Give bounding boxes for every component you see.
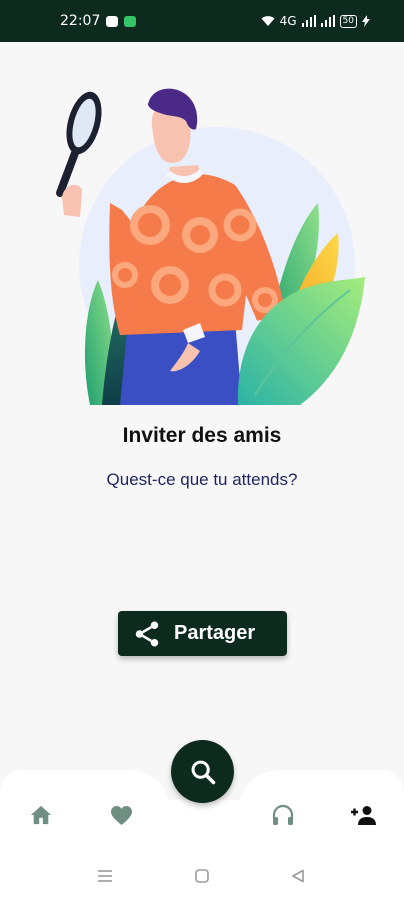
square-icon <box>195 869 209 883</box>
system-menu-button[interactable] <box>95 867 115 885</box>
search-icon <box>191 760 215 784</box>
invite-title: Inviter des amis <box>122 424 282 447</box>
add-person-icon <box>351 806 376 825</box>
charging-icon <box>362 15 370 27</box>
share-icon <box>135 621 159 646</box>
signal-icon-2 <box>320 15 335 27</box>
nav-audio[interactable] <box>268 800 298 830</box>
system-navigation-bar <box>0 850 404 900</box>
system-home-button[interactable] <box>192 867 212 885</box>
share-button[interactable]: Partager <box>118 611 287 656</box>
share-button-label: Partager <box>174 622 256 644</box>
menu-icon <box>98 870 112 882</box>
status-time: 22:07 <box>60 13 101 29</box>
message-notification-icon <box>124 15 137 27</box>
nav-home[interactable] <box>26 800 56 830</box>
notification-icon <box>106 15 119 27</box>
invite-illustration <box>56 88 365 405</box>
nav-invite[interactable] <box>348 800 378 830</box>
bottom-bar-middle <box>150 800 254 850</box>
status-left: 22:07 <box>60 13 137 29</box>
system-back-button[interactable] <box>288 867 308 885</box>
bottom-bar-right <box>239 770 404 850</box>
search-button[interactable] <box>171 740 234 803</box>
nav-favorites[interactable] <box>106 800 136 830</box>
status-bar: 22:07 4G 50 <box>0 0 404 42</box>
signal-icon <box>301 15 316 27</box>
invite-subtitle: Quest-ce que tu attends? <box>106 470 298 489</box>
battery-level: 50 <box>342 15 354 26</box>
status-right: 4G 50 <box>261 14 370 28</box>
battery-indicator: 50 <box>339 14 357 28</box>
wifi-icon <box>261 16 275 26</box>
back-triangle-icon <box>292 869 304 883</box>
heart-icon <box>110 805 132 825</box>
headphones-icon <box>272 804 294 825</box>
home-icon <box>31 805 51 825</box>
network-type: 4G <box>279 14 297 28</box>
